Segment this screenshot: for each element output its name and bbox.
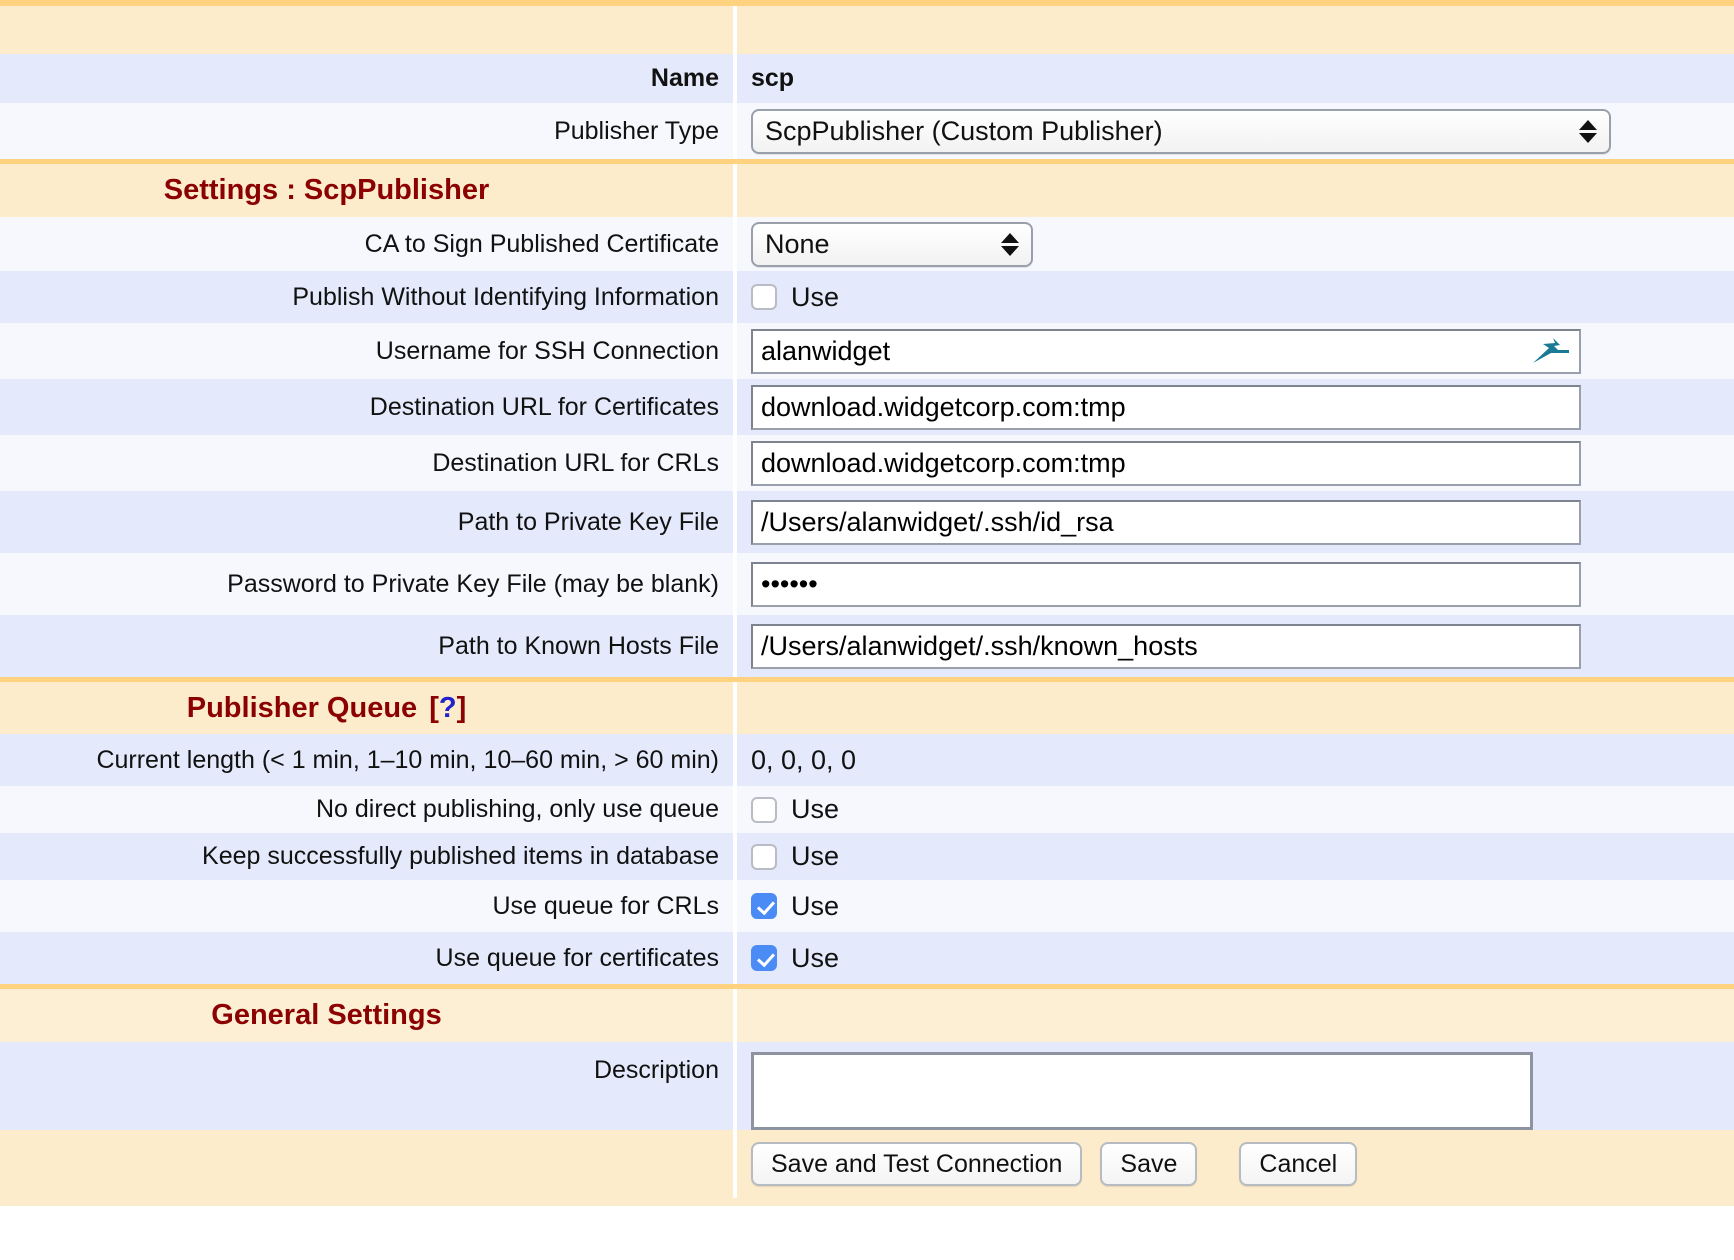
row-no-direct-publishing: No direct publishing, only use queue Use xyxy=(0,786,1734,833)
help-bracket-open: [ xyxy=(429,692,439,724)
checkbox-use-queue-certificates[interactable] xyxy=(751,945,777,971)
row-dest-url-certs: Destination URL for Certificates downloa… xyxy=(0,379,1734,435)
checkbox-keep-published-items[interactable] xyxy=(751,844,777,870)
section-title-general-settings: General Settings xyxy=(0,989,733,1042)
bottom-band xyxy=(0,1198,1734,1206)
row-dest-url-crls: Destination URL for CRLs download.widget… xyxy=(0,435,1734,491)
checkbox-label-use: Use xyxy=(791,891,839,922)
row-name: Name scp xyxy=(0,54,1734,103)
row-private-key-password: Password to Private Key File (may be bla… xyxy=(0,553,1734,615)
label-private-key-password: Password to Private Key File (may be bla… xyxy=(0,553,733,615)
section-header-publisher-queue: Publisher Queue [?] xyxy=(0,682,1734,734)
autofill-key-icon[interactable] xyxy=(1527,336,1569,366)
row-private-key-path: Path to Private Key File /Users/alanwidg… xyxy=(0,491,1734,553)
publisher-type-select-value: ScpPublisher (Custom Publisher) xyxy=(765,116,1569,147)
dest-url-certs-input[interactable]: download.widgetcorp.com:tmp xyxy=(751,385,1581,430)
publisher-settings-form: Name scp Publisher Type ScpPublisher (Cu… xyxy=(0,0,1734,1260)
label-queue-current-length: Current length (< 1 min, 1–10 min, 10–60… xyxy=(0,734,733,786)
checkbox-label-use: Use xyxy=(791,794,839,825)
row-form-actions: Save and Test Connection Save Cancel xyxy=(0,1130,1734,1198)
ca-to-sign-select-value: None xyxy=(765,229,991,260)
label-dest-url-crls: Destination URL for CRLs xyxy=(0,435,733,491)
chevron-updown-icon xyxy=(999,227,1021,261)
row-description: Description xyxy=(0,1042,1734,1130)
value-name: scp xyxy=(737,54,1734,103)
label-description: Description xyxy=(0,1042,733,1130)
label-use-queue-crls: Use queue for CRLs xyxy=(0,880,733,932)
row-publish-without-identifying-info: Publish Without Identifying Information … xyxy=(0,271,1734,323)
section-header-settings: Settings : ScpPublisher xyxy=(0,164,1734,217)
username-ssh-input[interactable]: alanwidget xyxy=(751,329,1581,374)
known-hosts-path-input[interactable]: /Users/alanwidget/.ssh/known_hosts xyxy=(751,624,1581,669)
publisher-type-select[interactable]: ScpPublisher (Custom Publisher) xyxy=(751,109,1611,154)
row-queue-current-length: Current length (< 1 min, 1–10 min, 10–60… xyxy=(0,734,1734,786)
section-header-general-settings: General Settings xyxy=(0,989,1734,1042)
checkbox-no-direct-publishing[interactable] xyxy=(751,797,777,823)
help-bracket-close: ] xyxy=(457,692,467,724)
chevron-updown-icon xyxy=(1577,114,1599,148)
row-ca-to-sign: CA to Sign Published Certificate None xyxy=(0,217,1734,271)
row-use-queue-crls: Use queue for CRLs Use xyxy=(0,880,1734,932)
ca-to-sign-select[interactable]: None xyxy=(751,222,1033,267)
label-publish-without-identifying-info: Publish Without Identifying Information xyxy=(0,271,733,323)
label-no-direct-publishing: No direct publishing, only use queue xyxy=(0,786,733,833)
checkbox-label-use: Use xyxy=(791,282,839,313)
dest-url-crls-input[interactable]: download.widgetcorp.com:tmp xyxy=(751,441,1581,486)
label-name: Name xyxy=(0,54,733,103)
section-title-publisher-queue: Publisher Queue xyxy=(187,692,417,725)
private-key-path-input[interactable]: /Users/alanwidget/.ssh/id_rsa xyxy=(751,500,1581,545)
row-known-hosts-path: Path to Known Hosts File /Users/alanwidg… xyxy=(0,615,1734,677)
help-question-icon: ? xyxy=(439,692,457,724)
save-button[interactable]: Save xyxy=(1100,1142,1197,1186)
value-queue-current-length: 0, 0, 0, 0 xyxy=(737,734,1734,786)
cancel-button[interactable]: Cancel xyxy=(1239,1142,1357,1186)
label-known-hosts-path: Path to Known Hosts File xyxy=(0,615,733,677)
label-private-key-path: Path to Private Key File xyxy=(0,491,733,553)
queue-help-link[interactable]: [?] xyxy=(429,692,466,725)
label-dest-url-certs: Destination URL for Certificates xyxy=(0,379,733,435)
checkbox-use-queue-crls[interactable] xyxy=(751,893,777,919)
checkbox-label-use: Use xyxy=(791,943,839,974)
row-publisher-type: Publisher Type ScpPublisher (Custom Publ… xyxy=(0,103,1734,159)
row-username-ssh: Username for SSH Connection alanwidget xyxy=(0,323,1734,379)
save-and-test-connection-button[interactable]: Save and Test Connection xyxy=(751,1142,1082,1186)
private-key-password-input[interactable]: •••••• xyxy=(751,562,1581,607)
checkbox-publish-without-identifying-info[interactable] xyxy=(751,284,777,310)
label-ca-to-sign: CA to Sign Published Certificate xyxy=(0,217,733,271)
label-publisher-type: Publisher Type xyxy=(0,103,733,159)
label-keep-published-items: Keep successfully published items in dat… xyxy=(0,833,733,880)
section-title-settings: Settings : ScpPublisher xyxy=(0,164,733,217)
row-keep-published-items: Keep successfully published items in dat… xyxy=(0,833,1734,880)
label-use-queue-certificates: Use queue for certificates xyxy=(0,932,733,984)
label-username-ssh: Username for SSH Connection xyxy=(0,323,733,379)
row-use-queue-certificates: Use queue for certificates Use xyxy=(0,932,1734,984)
description-textarea[interactable] xyxy=(751,1052,1533,1130)
top-spacer-band xyxy=(0,6,1734,54)
checkbox-label-use: Use xyxy=(791,841,839,872)
